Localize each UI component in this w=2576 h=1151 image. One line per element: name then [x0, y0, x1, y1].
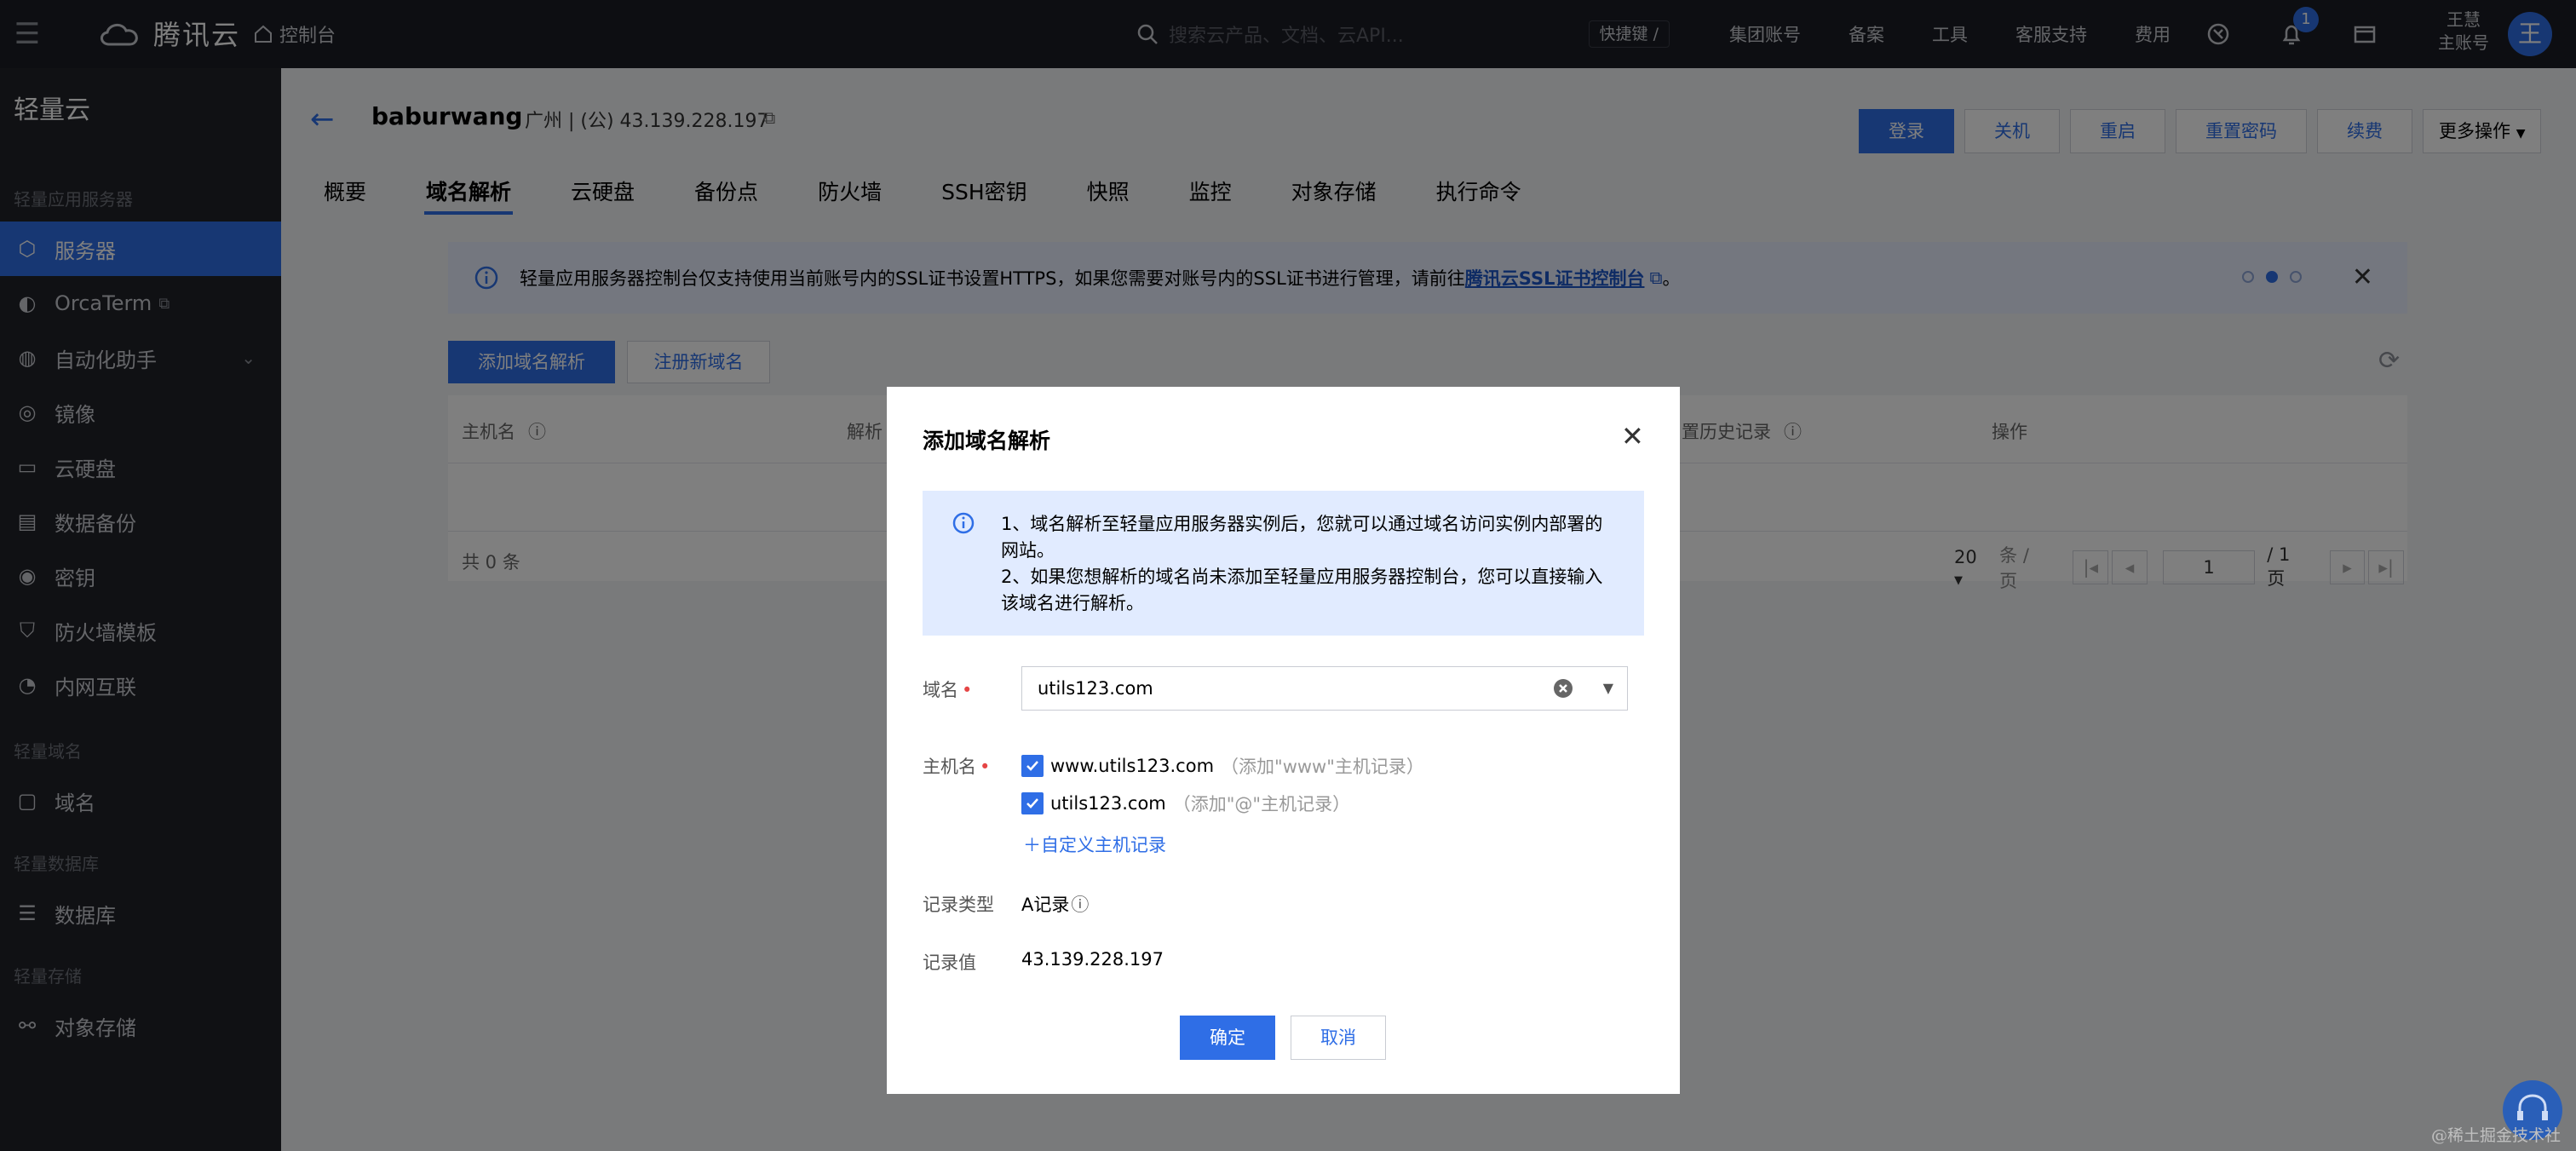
add-custom-host-link[interactable]: ＋自定义主机记录 [1023, 832, 1166, 857]
watermark: @稀土掘金技术社区 [2431, 1126, 2562, 1151]
record-value: 43.139.228.197 [1021, 949, 1164, 970]
domain-value: utils123.com [1038, 678, 1153, 699]
checkbox-checked[interactable] [1021, 755, 1044, 777]
custom-host-label: 自定义主机记录 [1041, 835, 1166, 855]
host-hint: （添加"www"主机记录） [1221, 757, 1424, 777]
host-www-checkbox[interactable]: www.utils123.com （添加"www"主机记录） [1021, 753, 1424, 779]
checkbox-checked[interactable] [1021, 792, 1044, 814]
dialog-title: 添加域名解析 [923, 429, 1051, 453]
check-icon [1026, 798, 1038, 809]
host-name: www.utils123.com [1050, 756, 1215, 776]
record-type-label: 记录类型 [923, 895, 994, 915]
help-icon[interactable]: ⓘ [1071, 895, 1089, 915]
info-icon [952, 512, 975, 534]
info-line-1: 1、域名解析至轻量应用服务器实例后，您就可以通过域名访问实例内部署的网站。 [1001, 514, 1603, 561]
plus-icon: ＋ [1023, 835, 1041, 855]
hostname-label-text: 主机名 [923, 757, 976, 777]
required-mark: • [962, 680, 973, 700]
domain-label: 域名 • [923, 676, 972, 702]
domain-label-text: 域名 [923, 680, 958, 700]
host-name: utils123.com [1050, 793, 1166, 814]
dialog-info-box: 1、域名解析至轻量应用服务器实例后，您就可以通过域名访问实例内部署的网站。 2、… [923, 491, 1644, 636]
host-root-checkbox[interactable]: utils123.com （添加"@"主机记录） [1021, 791, 1350, 816]
host-hint: （添加"@"主机记录） [1172, 794, 1351, 814]
hostname-label: 主机名 • [923, 753, 990, 779]
caret-down-icon[interactable]: ▼ [1603, 667, 1613, 710]
confirm-button[interactable]: 确定 [1180, 1016, 1275, 1060]
required-mark: • [980, 757, 991, 777]
info-line-2: 2、如果您想解析的域名尚未添加至轻量应用服务器控制台，您可以直接输入该域名进行解… [1001, 567, 1603, 613]
record-value-label: 记录值 [923, 952, 976, 973]
record-type-value: A记录ⓘ [1021, 891, 1089, 917]
close-icon[interactable]: ✕ [1621, 423, 1644, 450]
add-dns-dialog: 添加域名解析 ✕ 1、域名解析至轻量应用服务器实例后，您就可以通过域名访问实例内… [887, 387, 1680, 1094]
clear-icon[interactable] [1552, 677, 1574, 699]
cancel-button[interactable]: 取消 [1291, 1016, 1386, 1060]
record-type-text: A记录 [1021, 895, 1070, 915]
check-icon [1026, 761, 1038, 771]
domain-select[interactable]: utils123.com ▼ [1021, 666, 1628, 711]
